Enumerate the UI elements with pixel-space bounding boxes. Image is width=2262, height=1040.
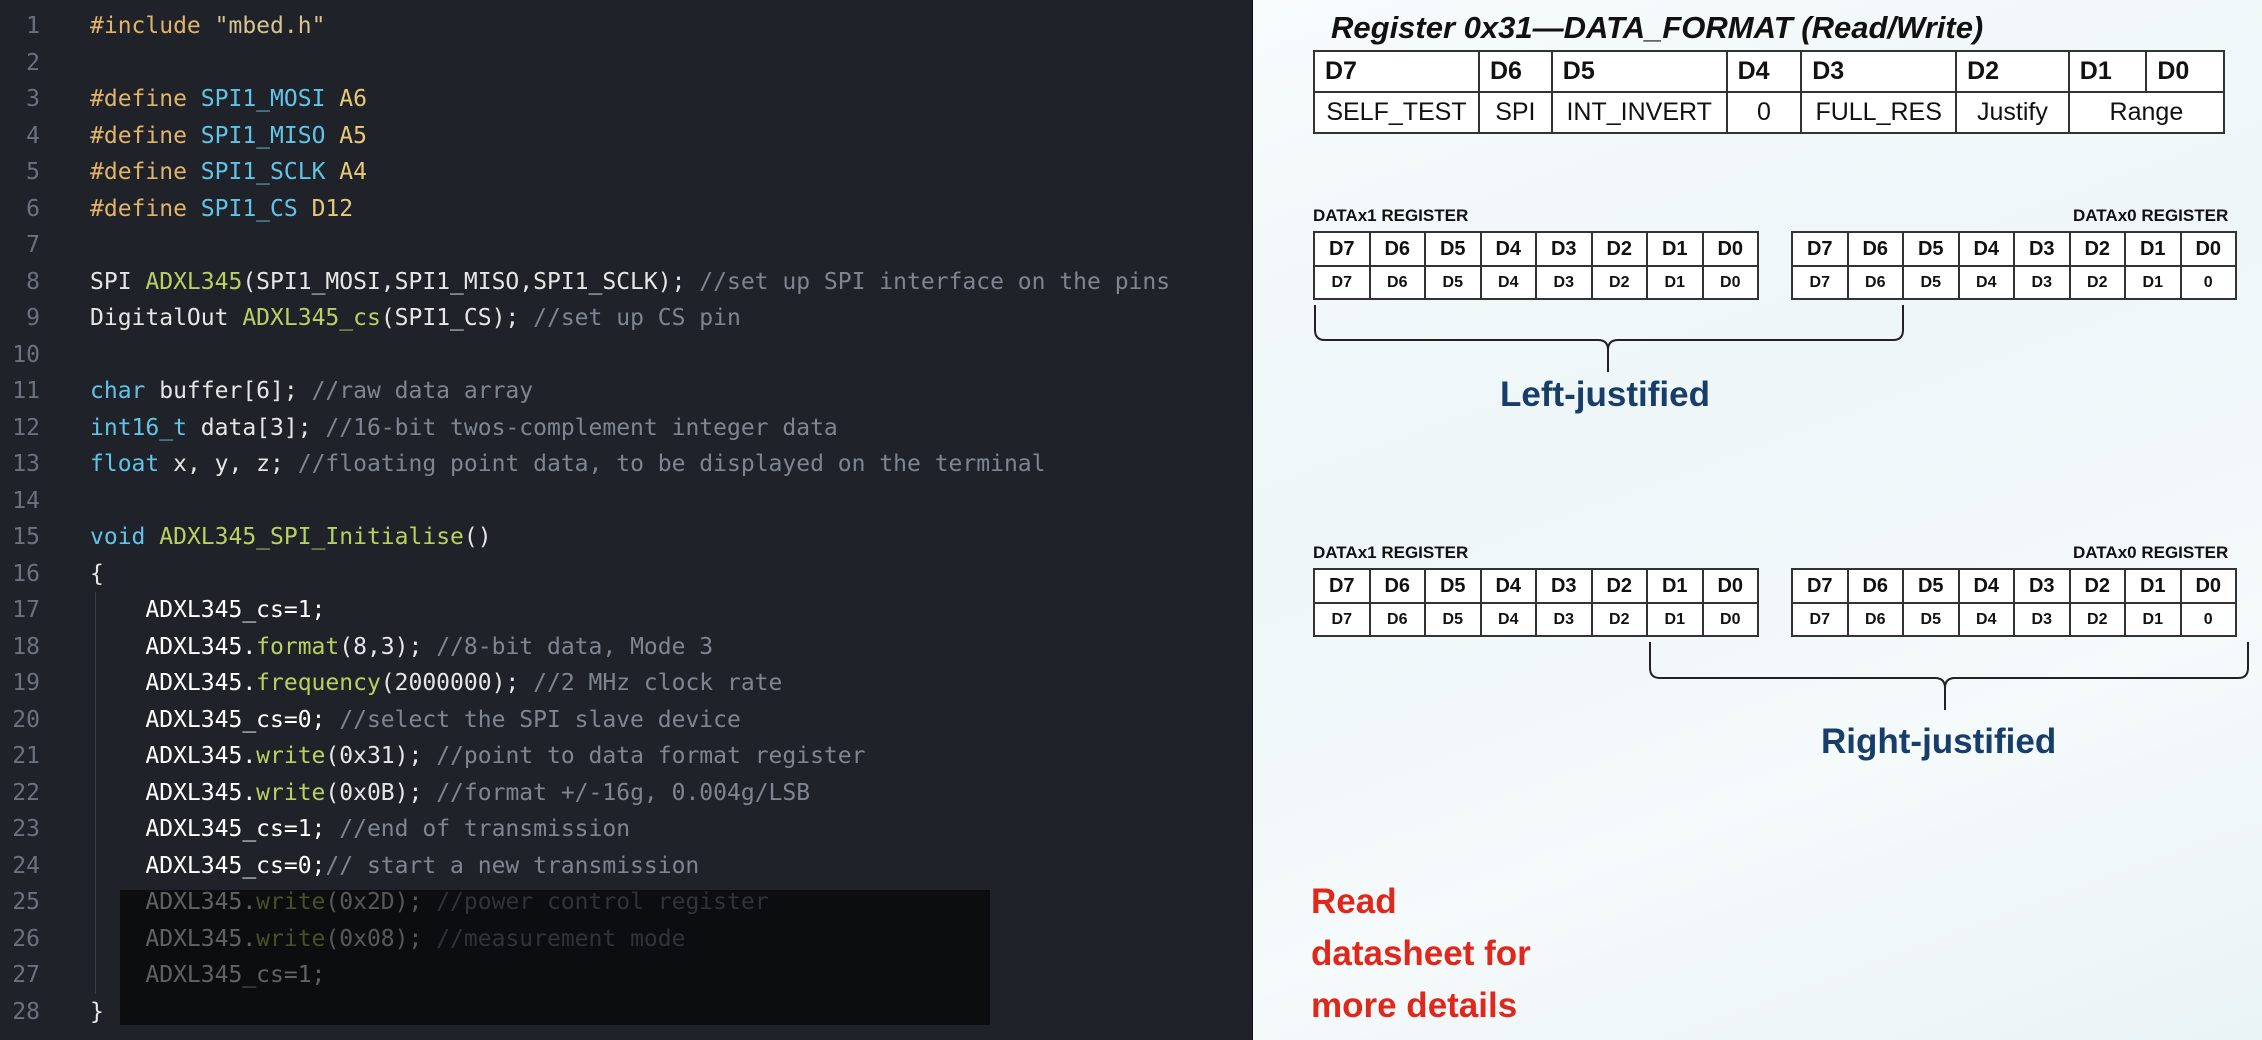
note-line: Read [1311, 882, 1397, 921]
code-line[interactable]: 22 ADXL345.write(0x0B); //format +/-16g,… [0, 774, 1252, 811]
code-text: ADXL345.frequency(2000000); //2 MHz cloc… [145, 670, 783, 696]
code-text: ADXL345_cs=0;// start a new transmission [145, 852, 700, 879]
code-line[interactable]: 18 ADXL345.format(8,3); //8-bit data, Mo… [0, 628, 1252, 665]
line-number: 8 [26, 268, 40, 295]
line-number: 10 [12, 341, 40, 368]
code-line[interactable]: 10 [0, 337, 1252, 374]
line-number: 16 [12, 560, 40, 587]
code-text: } [90, 998, 104, 1025]
line-number: 9 [26, 305, 40, 331]
code-text: #define SPI1_SCLK A4 [90, 159, 367, 185]
code-line[interactable]: 17 ADXL345_cs=1; [0, 592, 1252, 629]
code-line[interactable]: 5 #define SPI1_SCLK A4 [0, 154, 1252, 191]
datasheet-note: Read datasheet for more details [1311, 876, 1531, 1032]
line-number: 4 [26, 122, 40, 149]
line-number: 19 [12, 670, 40, 696]
code-line[interactable]: 12 int16_t data[3]; //16-bit twos-complem… [0, 410, 1252, 447]
code-lines: 1 #include "mbed.h" 2 3 #define SPI1_MOSI A6… [0, 8, 1252, 1030]
line-number: 24 [12, 852, 40, 879]
code-text: #define SPI1_CS D12 [90, 195, 354, 222]
right-justified-brace [1649, 642, 2249, 710]
code-text: int16_t data[3]; //16-bit twos-complemen… [90, 414, 838, 441]
line-number: 13 [12, 451, 40, 477]
code-editor[interactable]: 1 #include "mbed.h" 2 3 #define SPI1_MOSI A6… [0, 0, 1253, 1040]
line-number: 1 [26, 13, 40, 39]
dimmed-overlay [120, 890, 990, 1025]
code-line[interactable]: 3 #define SPI1_MOSI A6 [0, 81, 1252, 118]
code-line[interactable]: 8 SPI ADXL345(SPI1_MOSI,SPI1_MISO,SPI1_SC… [0, 264, 1252, 301]
line-number: 20 [12, 706, 40, 733]
code-text: #include "mbed.h" [90, 13, 326, 39]
line-number: 23 [12, 816, 40, 842]
code-line[interactable]: 23 ADXL345_cs=1; //end of transmission [0, 811, 1252, 848]
code-line[interactable]: 2 [0, 45, 1252, 82]
line-number: 7 [26, 232, 40, 258]
line-number: 21 [12, 743, 40, 769]
code-text: { [90, 560, 104, 587]
code-line[interactable]: 13 float x, y, z; //floating point data, … [0, 446, 1252, 483]
line-number: 28 [12, 998, 40, 1025]
code-text: ADXL345.write(0x31); //point to data for… [145, 743, 866, 769]
right-justified-label: Right-justified [1821, 722, 2057, 761]
line-number: 15 [12, 524, 40, 550]
code-text: float x, y, z; //floating point data, to… [90, 451, 1046, 477]
code-line[interactable]: 14 [0, 483, 1252, 520]
left-justified-label: Left-justified [1500, 375, 1710, 414]
code-text: SPI ADXL345(SPI1_MOSI,SPI1_MISO,SPI1_SCL… [90, 268, 1171, 295]
line-number: 18 [12, 633, 40, 660]
line-number: 22 [12, 779, 40, 806]
code-line[interactable]: 20 ADXL345_cs=0; //select the SPI slave … [0, 701, 1252, 738]
code-line[interactable]: 1 #include "mbed.h" [0, 8, 1252, 45]
code-text: ADXL345_cs=0; //select the SPI slave dev… [145, 706, 741, 733]
line-number: 5 [26, 159, 40, 185]
code-line[interactable]: 21 ADXL345.write(0x31); //point to data … [0, 738, 1252, 775]
code-text: ADXL345.write(0x0B); //format +/-16g, 0.… [145, 779, 811, 806]
code-line[interactable]: 15 void ADXL345_SPI_Initialise() [0, 519, 1252, 556]
line-number: 26 [12, 925, 40, 952]
code-text: ADXL345.format(8,3); //8-bit data, Mode … [145, 633, 714, 660]
line-number: 27 [12, 962, 40, 988]
line-number: 2 [26, 49, 40, 76]
code-text: void ADXL345_SPI_Initialise() [90, 524, 492, 550]
left-justified-brace [1314, 305, 1904, 372]
code-line[interactable]: 9 DigitalOut ADXL345_cs(SPI1_CS); //set u… [0, 300, 1252, 337]
code-line[interactable]: 6 #define SPI1_CS D12 [0, 191, 1252, 228]
code-line[interactable]: 11 char buffer[6]; //raw data array [0, 373, 1252, 410]
line-number: 11 [12, 378, 40, 404]
line-number: 17 [12, 597, 40, 623]
line-number: 12 [12, 414, 40, 441]
code-text: char buffer[6]; //raw data array [90, 378, 534, 404]
code-line[interactable]: 4 #define SPI1_MISO A5 [0, 118, 1252, 155]
code-line[interactable]: 7 [0, 227, 1252, 264]
note-line: datasheet for [1311, 934, 1531, 973]
line-number: 6 [26, 195, 40, 222]
code-text: #define SPI1_MOSI A6 [90, 86, 367, 112]
code-line[interactable]: 16 { [0, 556, 1252, 593]
line-number: 25 [12, 889, 40, 915]
code-line[interactable]: 19 ADXL345.frequency(2000000); //2 MHz c… [0, 665, 1252, 702]
code-line[interactable]: 24 ADXL345_cs=0;// start a new transmiss… [0, 847, 1252, 884]
code-text: #define SPI1_MISO A5 [90, 122, 367, 149]
code-text: ADXL345_cs=1; //end of transmission [145, 816, 631, 842]
datasheet-panel: Register 0x31—DATA_FORMAT (Read/Write) D… [1253, 0, 2262, 1040]
line-number: 14 [12, 487, 40, 514]
code-text: DigitalOut ADXL345_cs(SPI1_CS); //set up… [90, 305, 741, 331]
line-number: 3 [26, 86, 40, 112]
note-line: more details [1311, 986, 1518, 1025]
code-text: ADXL345_cs=1; [145, 597, 326, 623]
